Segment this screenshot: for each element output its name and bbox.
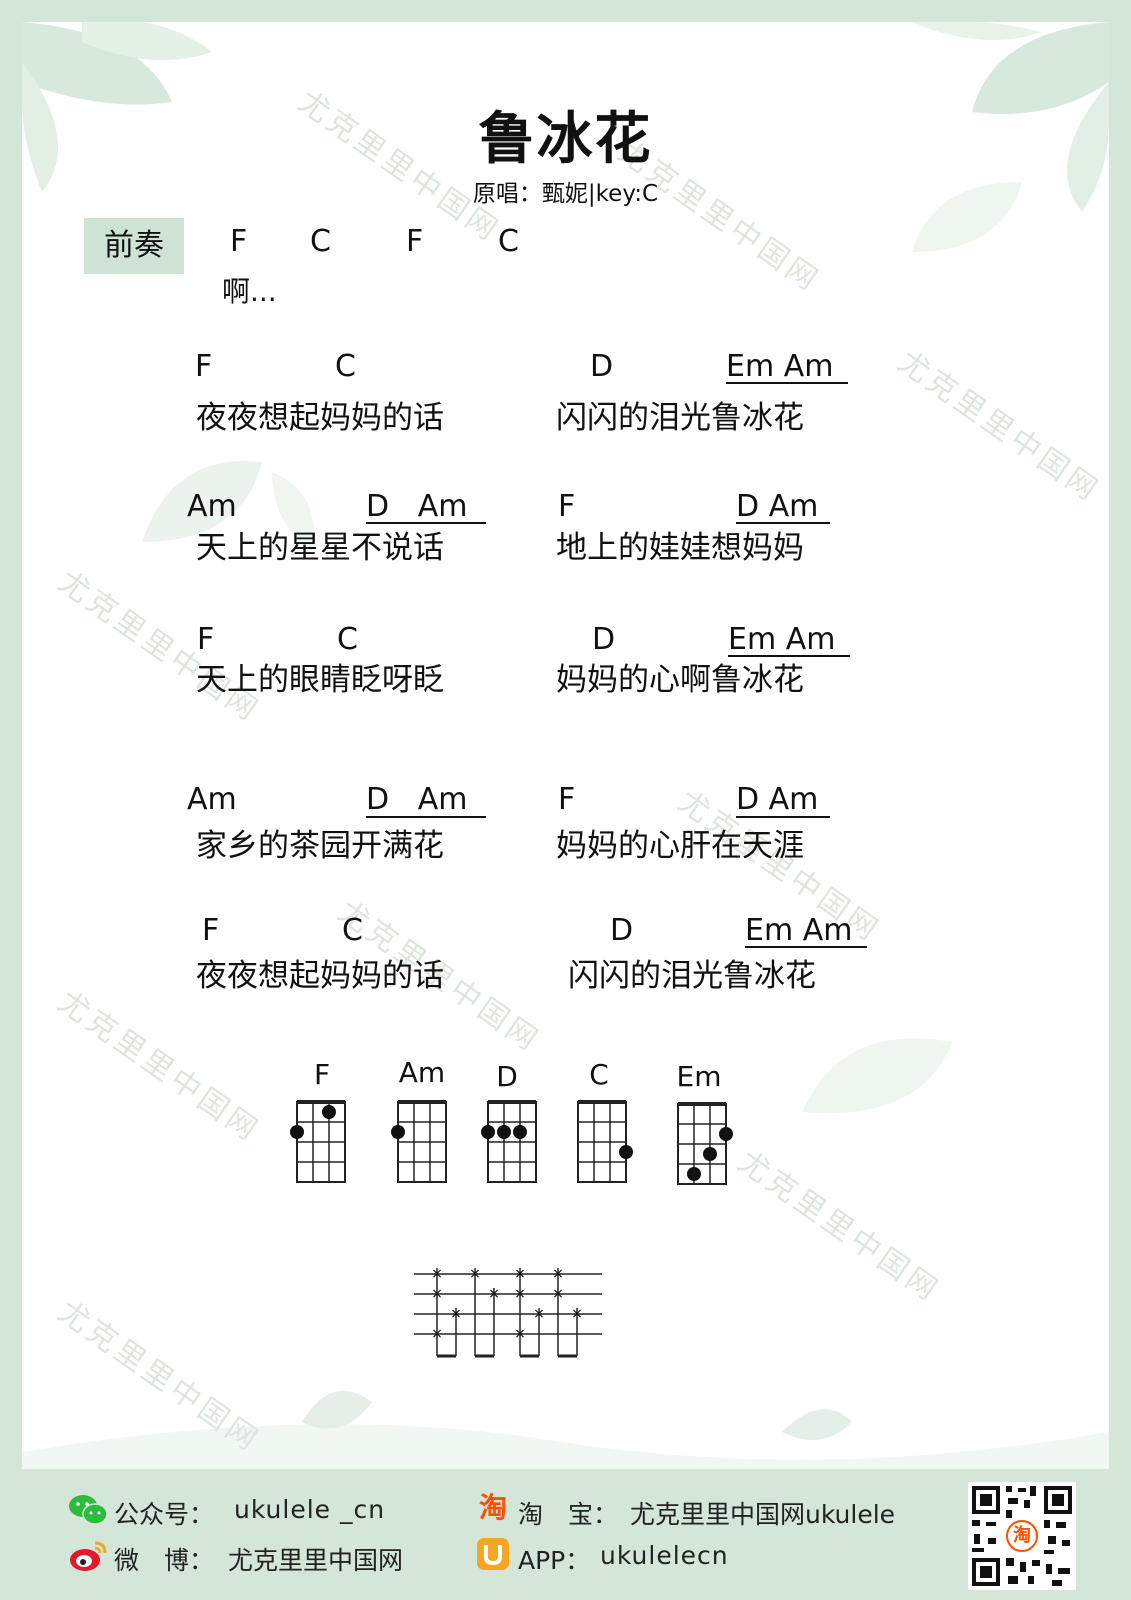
svg-text:×: × (514, 1326, 526, 1342)
song-title: 鲁冰花 (478, 107, 653, 172)
lyric-line: 天上的星星不说话 (196, 530, 444, 566)
lyric-line: 夜夜想起妈妈的话 (196, 958, 444, 994)
chord-label: Am (187, 489, 237, 524)
qr-code[interactable]: 淘 (968, 1482, 1076, 1590)
chord-label: F (558, 782, 576, 817)
chord-label: D (610, 913, 634, 948)
chord-label: Em Am (726, 349, 834, 384)
app-label: APP： (518, 1546, 591, 1575)
lyric-line: 家乡的茶园开满花 (196, 828, 444, 864)
taobao-label: 淘 宝： (518, 1500, 619, 1529)
chord-grid-icon (290, 1100, 346, 1183)
chord-underline (745, 946, 867, 948)
chord-underline (366, 522, 486, 524)
intro-chord: C (310, 224, 331, 259)
intro-chord: C (498, 224, 519, 259)
lyric-line: 妈妈的心肝在天涯 (556, 828, 804, 864)
svg-text:×: × (450, 1306, 462, 1322)
chord-underline (736, 816, 830, 818)
chord-label: C (337, 622, 358, 657)
chord-label: Am (187, 782, 237, 817)
chord-diagram-name: F (313, 1058, 331, 1091)
intro-chord: F (406, 224, 424, 259)
chord-label: Em Am (728, 622, 836, 657)
chord-label: F (202, 913, 220, 948)
lyric-line: 闪闪的泪光鲁冰花 (568, 958, 816, 994)
chord-label: F (197, 622, 215, 657)
chord-label: D (590, 349, 614, 384)
chord-label: F (195, 349, 213, 384)
qr-logo-text: 淘 (1013, 1525, 1031, 1546)
watermark-text: 尤克里里中国网 (51, 984, 267, 1150)
chord-underline (736, 522, 830, 524)
intro-label: 前奏 (84, 218, 184, 274)
song-sheet: 尤克里里中国网 尤克里里中国网 尤克里里中国网 尤克里里中国网 尤克里里中国网 … (22, 22, 1109, 1469)
svg-text:×: × (431, 1326, 443, 1342)
chord-grid-icon (391, 1100, 447, 1183)
intro-chord: F (230, 224, 248, 259)
chord-underline (728, 655, 850, 657)
wechat-icon[interactable] (68, 1493, 108, 1527)
chord-diagram-name: Em (676, 1060, 722, 1093)
weibo-account[interactable]: 尤克里里中国网 (228, 1541, 403, 1577)
chord-label: D (592, 622, 616, 657)
song-subtitle: 原唱：甄妮|key:C (472, 181, 659, 207)
chord-label: D Am (736, 489, 819, 524)
chord-grid-icon (577, 1100, 633, 1183)
watermark-text: 尤克里里中国网 (891, 344, 1107, 510)
chord-label: C (342, 913, 363, 948)
weibo-icon[interactable] (68, 1539, 108, 1573)
lyric-line: 地上的娃娃想妈妈 (556, 530, 804, 566)
chord-underline (366, 816, 486, 818)
wechat-account[interactable]: ukulele _cn (234, 1495, 385, 1524)
svg-text:×: × (514, 1266, 526, 1282)
intro-lyric: 啊... (222, 275, 277, 308)
svg-text:×: × (431, 1266, 443, 1282)
chord-diagram-name: Am (398, 1056, 446, 1089)
lyric-line: 闪闪的泪光鲁冰花 (556, 400, 804, 436)
chord-label: Em Am (745, 913, 853, 948)
svg-text:×: × (552, 1266, 564, 1282)
svg-text:×: × (469, 1266, 481, 1282)
chord-label: D Am (366, 782, 468, 817)
lyric-line: 妈妈的心啊鲁冰花 (556, 662, 804, 698)
svg-text:×: × (552, 1286, 564, 1302)
chord-diagram-name: D (496, 1060, 518, 1093)
wechat-label: 公众号： (114, 1500, 215, 1529)
chord-label: C (335, 349, 356, 384)
footer: 公众号： ukulele _cn 微 博： 尤克里里中国网 淘 淘 宝： 尤克里… (0, 1469, 1131, 1600)
taobao-icon[interactable]: 淘 (476, 1491, 510, 1525)
chord-label: D Am (366, 489, 468, 524)
svg-text:×: × (488, 1286, 500, 1302)
watermark-text: 尤克里里中国网 (51, 564, 267, 730)
leaf-decoration-icon (802, 1038, 952, 1114)
taobao-shop[interactable]: 尤克里里中国网ukulele (630, 1495, 895, 1531)
weibo-label: 微 博： (114, 1546, 215, 1575)
lyric-line: 夜夜想起妈妈的话 (196, 400, 444, 436)
chord-grid-icon (481, 1100, 537, 1183)
chord-grid-icon (677, 1102, 733, 1185)
chord-label: D Am (736, 782, 819, 817)
chord-underline (726, 382, 848, 384)
app-icon[interactable] (476, 1537, 510, 1571)
watermark-text: 尤克里里中国网 (731, 1144, 947, 1310)
chord-diagram-name: C (589, 1058, 609, 1091)
app-name[interactable]: ukulelecn (600, 1541, 729, 1570)
svg-text:×: × (571, 1306, 583, 1322)
svg-text:×: × (431, 1286, 443, 1302)
svg-text:×: × (514, 1286, 526, 1302)
svg-text:×: × (533, 1306, 545, 1322)
chord-label: F (558, 489, 576, 524)
lyric-line: 天上的眼睛眨呀眨 (196, 662, 444, 698)
strum-pattern-icon: × × × × × × × × × × × × × (414, 1266, 602, 1358)
